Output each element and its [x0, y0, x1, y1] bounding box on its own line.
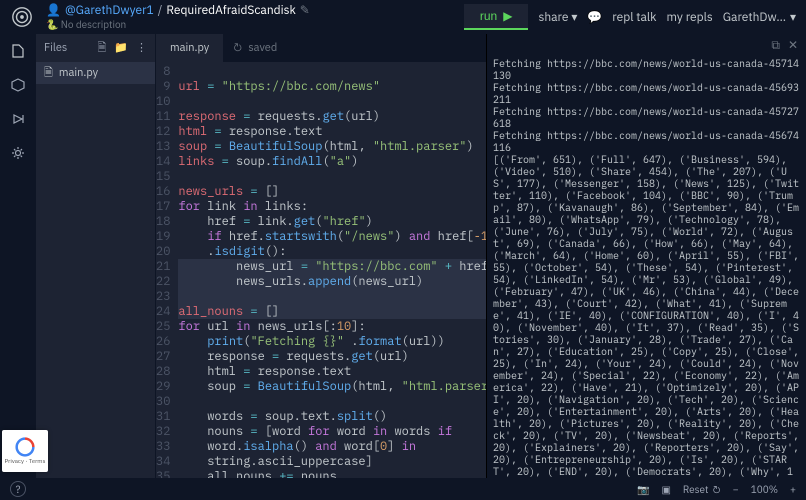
- file-list: 🗎 main.py: [36, 62, 155, 84]
- file-name: main.py: [59, 66, 98, 80]
- new-file-icon[interactable]: 🗎: [97, 39, 106, 58]
- more-icon[interactable]: ⋮: [136, 41, 147, 55]
- footer-terminal-icon[interactable]: ▣: [661, 483, 670, 496]
- play-icon: ▶: [503, 9, 512, 23]
- console-copy-icon[interactable]: ⧉: [771, 38, 780, 53]
- avatar-icon: 👤: [46, 3, 61, 18]
- footer-bar: ? 📷 ▣ Reset ↻ − 100% +: [0, 478, 806, 500]
- debugger-icon[interactable]: [9, 110, 27, 128]
- replit-logo[interactable]: [10, 5, 34, 29]
- project-title-wrap: 👤 @GarethDwyer1/RequiredAfraidScandisk ✎…: [46, 3, 452, 31]
- refresh-icon: ↻: [233, 41, 242, 55]
- code-editor[interactable]: 8910111213141516171819202122232425262728…: [156, 62, 486, 478]
- editor-pane: main.py ↻ saved 891011121314151617181920…: [156, 34, 486, 478]
- run-button[interactable]: run▶: [464, 4, 529, 30]
- user-menu[interactable]: GarethDw… ▾: [723, 10, 796, 25]
- file-item[interactable]: 🗎 main.py: [36, 62, 155, 84]
- file-icon: 🗎: [44, 64, 53, 83]
- editor-tabs: main.py ↻ saved: [156, 34, 486, 62]
- project-name[interactable]: RequiredAfraidScandisk: [166, 3, 295, 18]
- saved-indicator: ↻ saved: [223, 34, 287, 62]
- console-close-icon[interactable]: ✕: [788, 38, 798, 53]
- console-output[interactable]: Fetching https://bbc.com/news/world-us-c…: [487, 56, 806, 478]
- files-header: Files: [44, 41, 67, 55]
- console-pane: ⧉ ✕ Fetching https://bbc.com/news/world-…: [486, 34, 806, 478]
- reset-button[interactable]: Reset ↻: [683, 483, 721, 496]
- files-icon[interactable]: [9, 42, 27, 60]
- file-pane: Files 🗎 📁 ⋮ 🗎 main.py: [36, 34, 156, 478]
- packages-icon[interactable]: [9, 76, 27, 94]
- project-owner[interactable]: @GarethDwyer1: [65, 3, 154, 18]
- zoom-level: 100%: [751, 483, 778, 496]
- header-bar: 👤 @GarethDwyer1/RequiredAfraidScandisk ✎…: [0, 0, 806, 34]
- my-repls-link[interactable]: my repls: [667, 10, 713, 25]
- chat-icon[interactable]: 💬: [587, 10, 602, 25]
- repl-talk-link[interactable]: repl talk: [612, 10, 656, 25]
- settings-icon[interactable]: [9, 144, 27, 162]
- help-button[interactable]: ?: [10, 481, 26, 497]
- project-description: 🐍 No description: [46, 18, 452, 31]
- new-folder-icon[interactable]: 📁: [114, 41, 128, 55]
- edit-icon[interactable]: ✎: [300, 3, 310, 18]
- zoom-in-button[interactable]: +: [790, 483, 796, 496]
- footer-camera-icon[interactable]: 📷: [637, 483, 649, 496]
- left-sidebar: [0, 34, 36, 478]
- recaptcha-badge[interactable]: Privacy · Terms: [2, 430, 48, 472]
- share-button[interactable]: share ▾: [538, 10, 577, 25]
- zoom-out-button[interactable]: −: [733, 483, 739, 496]
- tab-main[interactable]: main.py: [156, 34, 223, 62]
